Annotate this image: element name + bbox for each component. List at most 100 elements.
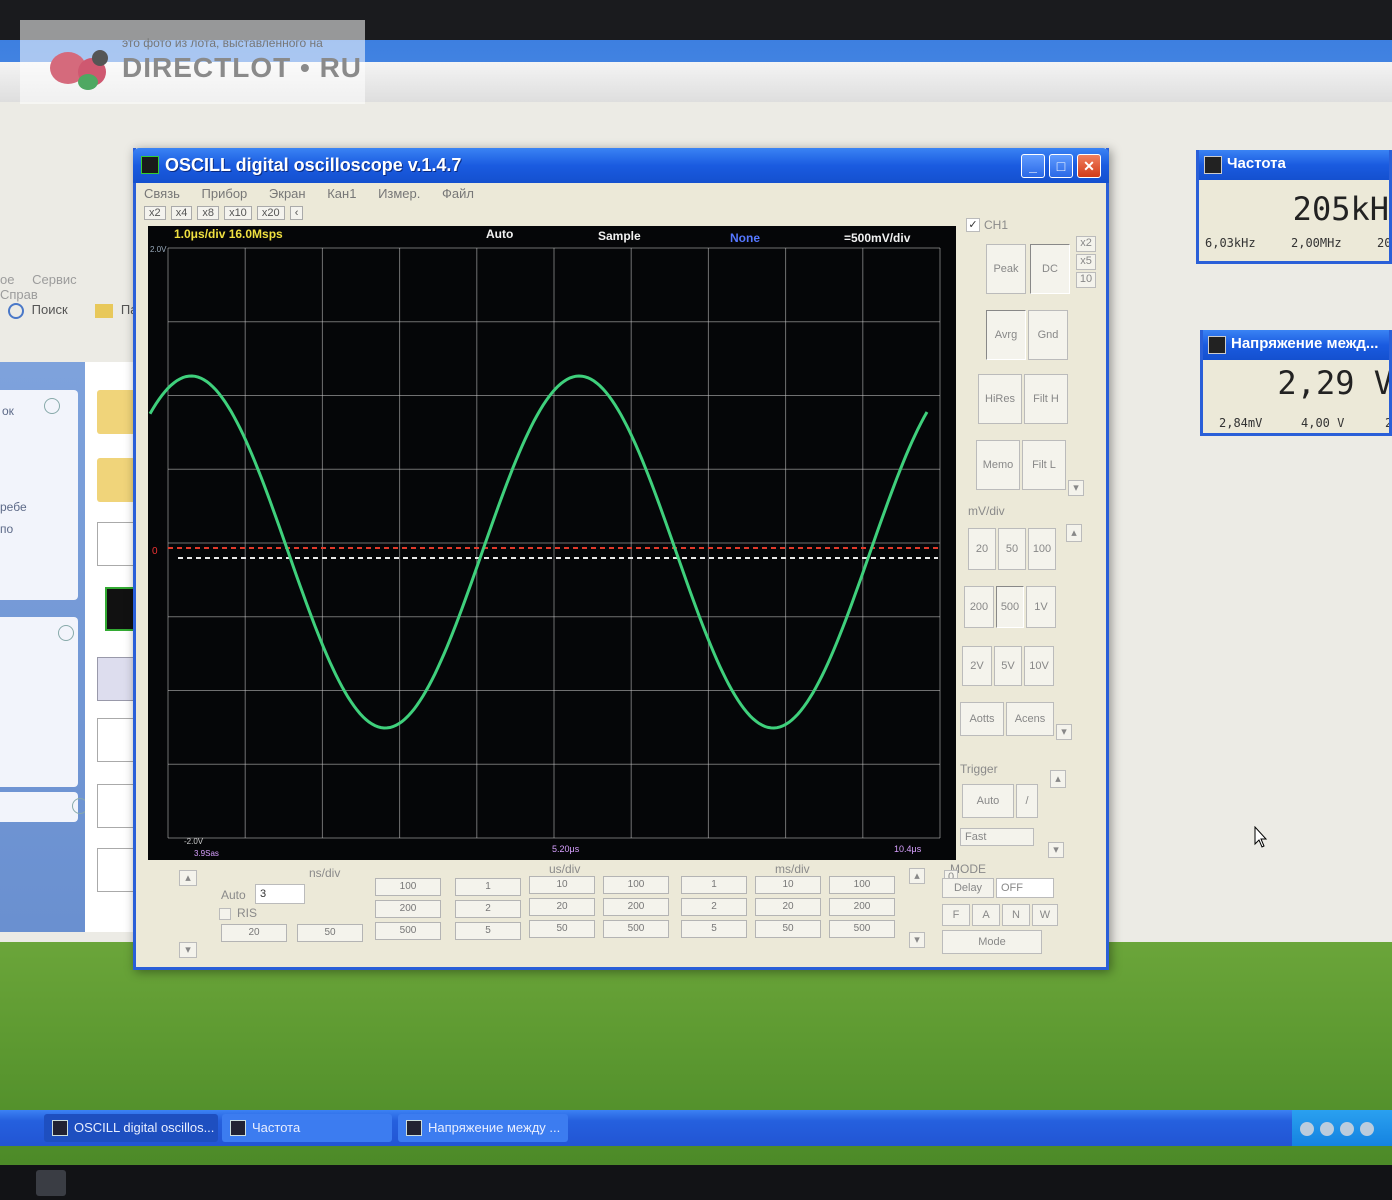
ms-500-button[interactable]: 500 [829, 920, 895, 938]
ms-100-button[interactable]: 100 [829, 876, 895, 894]
filt-l-button[interactable]: Filt L [1022, 440, 1066, 490]
auto-select[interactable]: 3 [255, 884, 305, 904]
filt-h-button[interactable]: Filt H [1024, 374, 1068, 424]
volt-button-100[interactable]: 100 [1028, 528, 1056, 570]
menu-item[interactable]: Справ [0, 287, 38, 302]
us-10-button[interactable]: 10 [529, 876, 595, 894]
ch1-checkbox[interactable]: ✓ [966, 218, 980, 232]
frequency-meter-title[interactable]: Частота [1199, 150, 1389, 180]
mult-x5-button[interactable]: x5 [1076, 254, 1096, 270]
zoom-x10-button[interactable]: x10 [224, 206, 252, 220]
ris-checkbox[interactable] [219, 908, 231, 920]
mode-a-button[interactable]: A [972, 904, 1000, 926]
menu-item-link[interactable]: Связь [144, 186, 180, 201]
scroll-up-icon[interactable]: ▴ [909, 868, 925, 884]
taskbar-item-frequency[interactable]: Частота [222, 1114, 392, 1142]
gnd-button[interactable]: Gnd [1028, 310, 1068, 360]
folders-icon[interactable] [95, 303, 114, 318]
ms-20-button[interactable]: 20 [755, 898, 821, 916]
taskbar-item-voltage[interactable]: Напряжение между ... [398, 1114, 568, 1142]
us-50-button[interactable]: 50 [529, 920, 595, 938]
scroll-up-icon[interactable]: ▴ [1066, 524, 1082, 542]
zoom-x2-button[interactable]: x2 [144, 206, 166, 220]
collapse-icon[interactable] [58, 625, 74, 641]
aotts-button[interactable]: Aotts [960, 702, 1004, 736]
delay-select[interactable]: OFF [996, 878, 1054, 898]
chevron-down-icon[interactable]: ▾ [1068, 480, 1084, 496]
scroll-down-icon[interactable]: ▾ [179, 942, 197, 958]
trigger-slope-button[interactable]: / [1016, 784, 1038, 818]
mode-w-button[interactable]: W [1032, 904, 1058, 926]
minimize-button[interactable]: _ [1021, 154, 1045, 178]
ns-100-button[interactable]: 100 [375, 878, 441, 896]
menu-item-file[interactable]: Файл [442, 186, 474, 201]
ns-500-button[interactable]: 500 [375, 922, 441, 940]
scroll-up-icon[interactable]: ▴ [179, 870, 197, 886]
scope-display[interactable]: 1.0μs/div 16.0Msps Auto Sample None =500… [148, 226, 956, 860]
tray-icon[interactable] [1360, 1122, 1374, 1136]
close-button[interactable]: ✕ [1077, 154, 1101, 178]
ms-50-button[interactable]: 50 [755, 920, 821, 938]
us-2-button[interactable]: 2 [455, 900, 521, 918]
acens-button[interactable]: Acens [1006, 702, 1054, 736]
mult-x2-button[interactable]: x2 [1076, 236, 1096, 252]
volt-button-2v[interactable]: 2V [962, 646, 992, 686]
us-100-button[interactable]: 100 [603, 876, 669, 894]
ns-20-button[interactable]: 20 [221, 924, 287, 942]
tray-icon[interactable] [1300, 1122, 1314, 1136]
menu-item-device[interactable]: Прибор [202, 186, 248, 201]
menu-item[interactable]: Сервис [32, 272, 77, 287]
menu-item-screen[interactable]: Экран [269, 186, 306, 201]
tray-icon[interactable] [1340, 1122, 1354, 1136]
ms-10-button[interactable]: 10 [755, 876, 821, 894]
memo-button[interactable]: Memo [976, 440, 1020, 490]
windows-start-icon[interactable] [36, 1170, 66, 1196]
volt-button-500[interactable]: 500 [996, 586, 1024, 628]
volt-button-50[interactable]: 50 [998, 528, 1026, 570]
volt-button-10v[interactable]: 10V [1024, 646, 1054, 686]
volt-button-5v[interactable]: 5V [994, 646, 1022, 686]
ms-1-button[interactable]: 1 [681, 876, 747, 894]
search-icon[interactable] [8, 302, 24, 319]
maximize-button[interactable]: □ [1049, 154, 1073, 178]
collapse-icon[interactable] [44, 398, 60, 414]
us-200-button[interactable]: 200 [603, 898, 669, 916]
peak-button[interactable]: Peak [986, 244, 1026, 294]
voltage-meter-title[interactable]: Напряжение межд... [1203, 330, 1389, 360]
ns-200-button[interactable]: 200 [375, 900, 441, 918]
chevron-down-icon[interactable]: ▾ [1056, 724, 1072, 740]
ms-2-button[interactable]: 2 [681, 898, 747, 916]
chevron-down-icon[interactable]: ▾ [1048, 842, 1064, 858]
menu-item-channel[interactable]: Кан1 [327, 186, 356, 201]
mode-n-button[interactable]: N [1002, 904, 1030, 926]
hires-button[interactable]: HiRes [978, 374, 1022, 424]
tray-icon[interactable] [1320, 1122, 1334, 1136]
trigger-auto-button[interactable]: Auto [962, 784, 1014, 818]
taskbar-item-oscill[interactable]: OSCILL digital oscillos... [44, 1114, 218, 1142]
menu-item-measure[interactable]: Измер. [378, 186, 420, 201]
ms-5-button[interactable]: 5 [681, 920, 747, 938]
dc-button[interactable]: DC [1030, 244, 1070, 294]
ms-200-button[interactable]: 200 [829, 898, 895, 916]
volt-button-200[interactable]: 200 [964, 586, 994, 628]
us-1-button[interactable]: 1 [455, 878, 521, 896]
zoom-x4-button[interactable]: x4 [170, 206, 193, 220]
oscill-titlebar[interactable]: OSCILL digital oscilloscope v.1.4.7 _ □ … [133, 148, 1109, 183]
scroll-down-icon[interactable]: ▾ [909, 932, 925, 948]
us-20-button[interactable]: 20 [529, 898, 595, 916]
us-500-button[interactable]: 500 [603, 920, 669, 938]
ns-50-button[interactable]: 50 [297, 924, 363, 942]
us-5-button[interactable]: 5 [455, 922, 521, 940]
search-button[interactable]: Поиск [32, 302, 68, 317]
scroll-up-icon[interactable]: ▴ [1050, 770, 1066, 788]
zoom-x8-button[interactable]: x8 [197, 206, 219, 220]
avrg-button[interactable]: Avrg [986, 310, 1026, 360]
zoom-x20-button[interactable]: x20 [256, 206, 285, 220]
volt-button-20[interactable]: 20 [968, 528, 996, 570]
mult-x10-button[interactable]: 10 [1076, 272, 1096, 288]
menu-item[interactable]: ое [0, 272, 14, 287]
mode-button[interactable]: Mode [942, 930, 1042, 954]
volt-button-1v[interactable]: 1V [1026, 586, 1056, 628]
fast-select[interactable]: Fast [960, 828, 1034, 846]
zoom-back-button[interactable]: ‹ [289, 206, 304, 220]
